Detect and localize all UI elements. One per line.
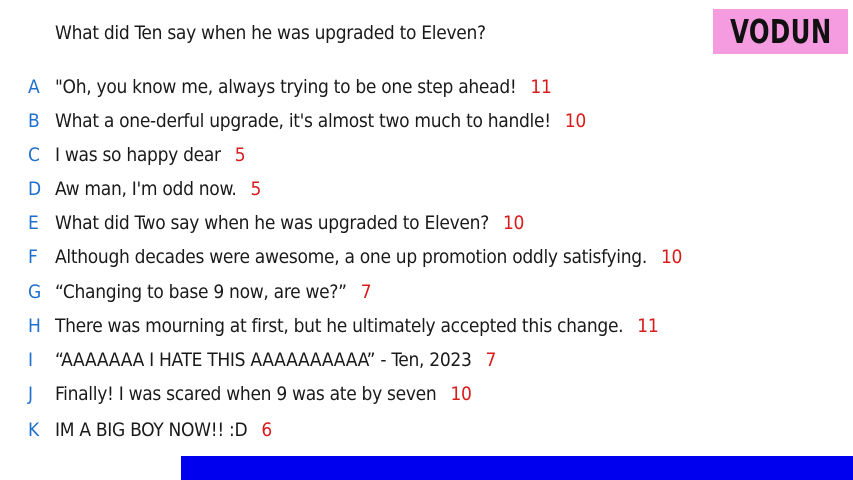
answer-text: "Oh, you know me, always trying to be on… <box>55 76 517 98</box>
answer-letter: A <box>28 76 40 98</box>
answer-text: “Changing to base 9 now, are we?” <box>55 281 347 303</box>
answer-score: 11 <box>637 315 659 337</box>
answer-text: Although decades were awesome, a one up … <box>55 246 647 268</box>
answer-letter: K <box>28 419 40 441</box>
answer-text: Finally! I was scared when 9 was ate by … <box>55 383 437 405</box>
answer-letter: B <box>28 110 40 132</box>
answer-text: Aw man, I'm odd now. <box>55 178 237 200</box>
answer-letter: E <box>28 212 39 234</box>
answer-letter: J <box>28 383 34 405</box>
answer-letter: H <box>28 315 41 337</box>
answer-score: 10 <box>450 383 472 405</box>
bottom-bar <box>181 456 853 480</box>
answer-text: I was so happy dear <box>55 144 221 166</box>
answer-score: 10 <box>564 110 586 132</box>
question-title: What did Ten say when he was upgraded to… <box>55 22 486 44</box>
answer-score: 5 <box>234 144 246 166</box>
answer-letter: C <box>28 144 40 166</box>
answer-letter: G <box>28 281 42 303</box>
answer-text: What a one-derful upgrade, it's almost t… <box>55 110 551 132</box>
brand-logo: VODUN <box>713 9 848 54</box>
answer-letter: F <box>28 246 38 268</box>
answer-score: 10 <box>660 246 683 268</box>
answer-score: 10 <box>502 212 525 234</box>
answer-text: IM A BIG BOY NOW!! :D <box>55 419 248 441</box>
answer-text: There was mourning at first, but he ulti… <box>55 315 624 337</box>
answer-score: 11 <box>530 76 552 98</box>
answer-text: “AAAAAAA I HATE THIS AAAAAAAAAA” - Ten, … <box>55 349 472 371</box>
answer-text: What did Two say when he was upgraded to… <box>55 212 489 234</box>
brand-logo-text: VODUN <box>729 12 832 51</box>
answer-score: 7 <box>485 349 497 371</box>
answer-letter: I <box>28 349 34 371</box>
answer-score: 6 <box>261 419 272 441</box>
answer-score: 5 <box>250 178 262 200</box>
answer-letter: D <box>28 178 42 200</box>
answer-score: 7 <box>360 281 372 303</box>
